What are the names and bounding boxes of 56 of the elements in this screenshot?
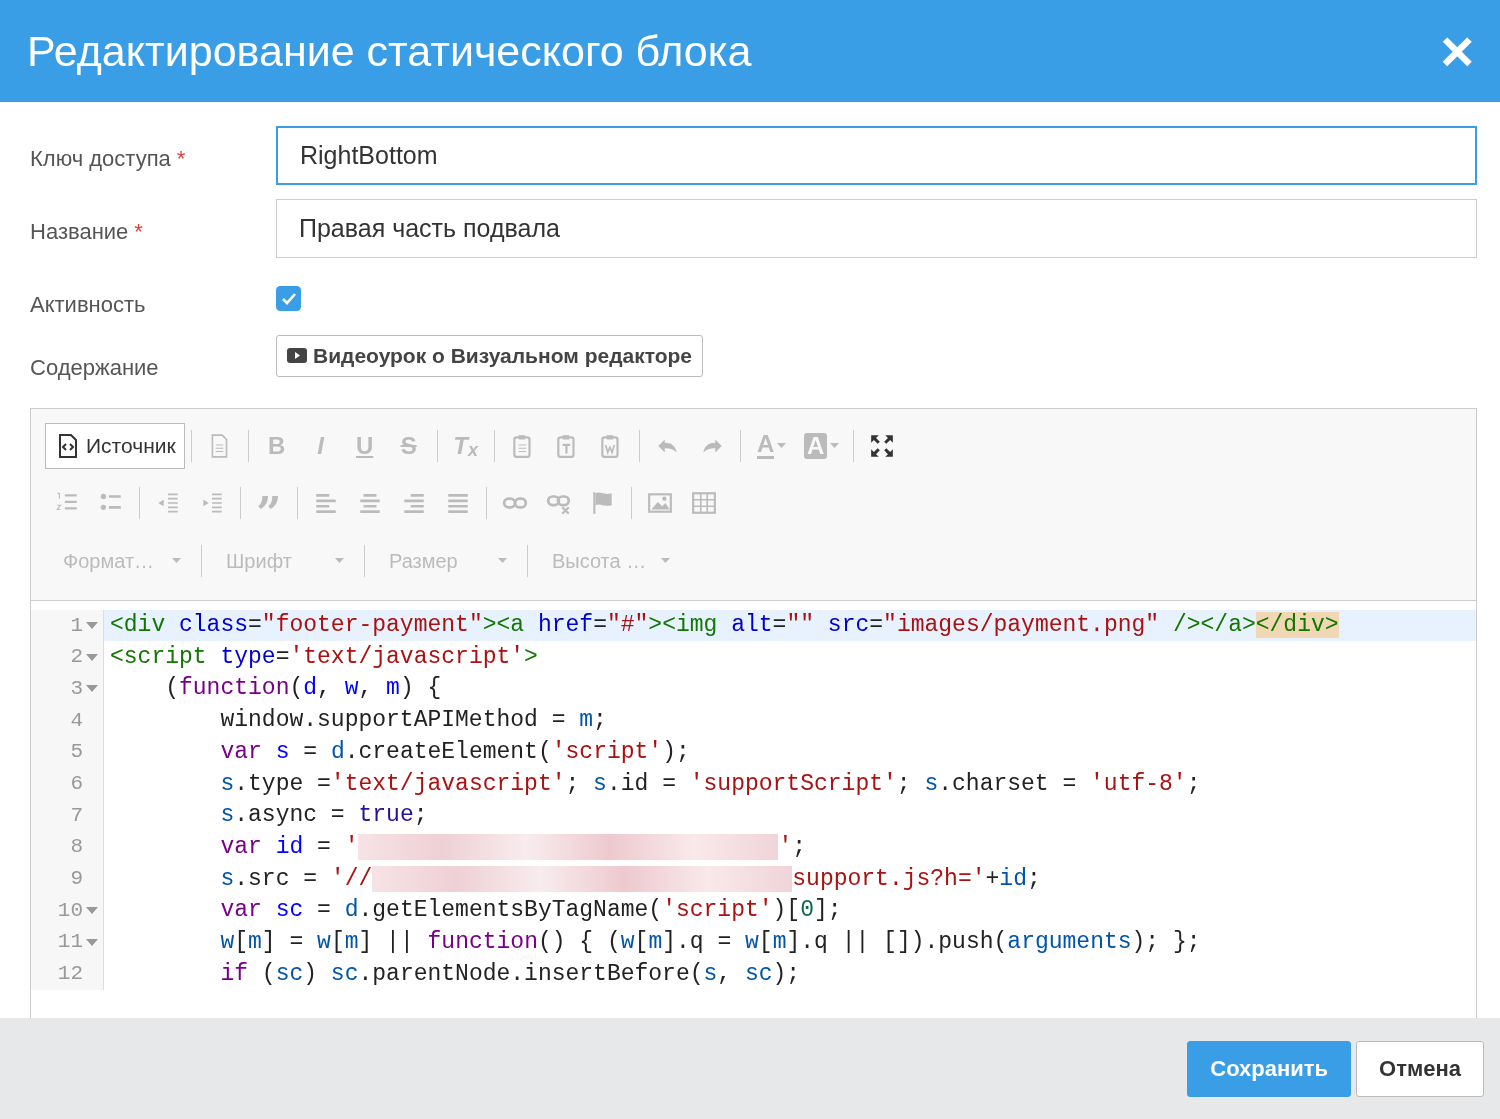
line-number: 9 xyxy=(70,866,83,893)
fold-arrow-icon[interactable] xyxy=(86,685,98,693)
fold-arrow-icon[interactable] xyxy=(86,621,98,629)
code-text: s.async = true; xyxy=(219,801,428,831)
code-text: '; xyxy=(778,832,807,862)
caret-icon xyxy=(777,443,787,449)
line-number: 3 xyxy=(70,675,83,702)
code-text: s.src = '// xyxy=(219,864,373,894)
caret-icon xyxy=(172,558,181,564)
required-mark: * xyxy=(134,218,143,246)
caret-icon xyxy=(830,443,840,449)
code-text: support.js?h='+id; xyxy=(792,864,1041,894)
field-label: Активность xyxy=(30,291,146,319)
required-mark: * xyxy=(176,145,186,173)
field-label: Содержание xyxy=(30,354,159,382)
code-text: <div class="footer-payment"><a href="#"><img alt="" src="images/payment.png" /></a></div> xyxy=(110,611,1339,641)
code-text: if (sc) sc.parentNode.insertBefore(s, sc); xyxy=(219,959,801,989)
code-text: var s = d.createElement('script'); xyxy=(219,737,690,767)
line-number: 8 xyxy=(70,834,83,861)
cancel-button[interactable]: Отмена xyxy=(1356,1040,1484,1097)
video-icon xyxy=(287,348,307,364)
source-button[interactable]: Источник xyxy=(45,422,185,469)
code-text: var id = ' xyxy=(219,832,359,862)
line-number: 5 xyxy=(70,739,83,766)
expand-icon[interactable] xyxy=(868,432,895,459)
fold-arrow-icon[interactable] xyxy=(86,938,98,946)
code-text: (function(d, w, m) { xyxy=(164,674,442,704)
code-text: <script type='text/javascript'> xyxy=(110,642,538,672)
line-number: 12 xyxy=(57,961,83,988)
input-field[interactable]: Правая часть подвала xyxy=(276,199,1477,258)
line-number: 7 xyxy=(70,802,83,829)
line-number: 11 xyxy=(57,929,83,956)
code-text: w[m] = w[m] || function() { (w[m].q = w[m].q || []).push(arguments); }; xyxy=(219,927,1201,957)
code-text: s.type ='text/javascript'; s.id = 'supportScript'; s.charset = 'utf-8'; xyxy=(219,769,1201,799)
line-number: 10 xyxy=(57,897,83,924)
input-field[interactable]: RightBottom xyxy=(276,126,1477,185)
line-number: 4 xyxy=(70,707,83,734)
caret-icon xyxy=(661,558,670,564)
checkbox[interactable] xyxy=(276,286,301,311)
checkmark-icon xyxy=(280,292,297,305)
code-text: var sc = d.getElementsByTagName('script')[0]; xyxy=(219,896,842,926)
fold-arrow-icon[interactable] xyxy=(86,907,98,915)
caret-icon xyxy=(498,558,507,564)
field-label: Название xyxy=(30,218,129,246)
caret-icon xyxy=(335,558,344,564)
fold-arrow-icon[interactable] xyxy=(86,653,98,661)
dialog-title: Редактирование статического блока xyxy=(27,25,752,77)
code-file-icon xyxy=(58,433,78,458)
close-button[interactable]: × xyxy=(1440,22,1474,80)
line-number: 2 xyxy=(70,644,83,671)
line-number: 1 xyxy=(70,612,83,639)
save-button[interactable]: Сохранить xyxy=(1187,1040,1352,1097)
field-label: Ключ доступа xyxy=(30,145,171,173)
code-text: window.supportAPIMethod = m; xyxy=(219,706,607,736)
video-button[interactable]: Видеоурок о Визуальном редакторе xyxy=(276,335,703,377)
line-number: 6 xyxy=(70,771,83,798)
